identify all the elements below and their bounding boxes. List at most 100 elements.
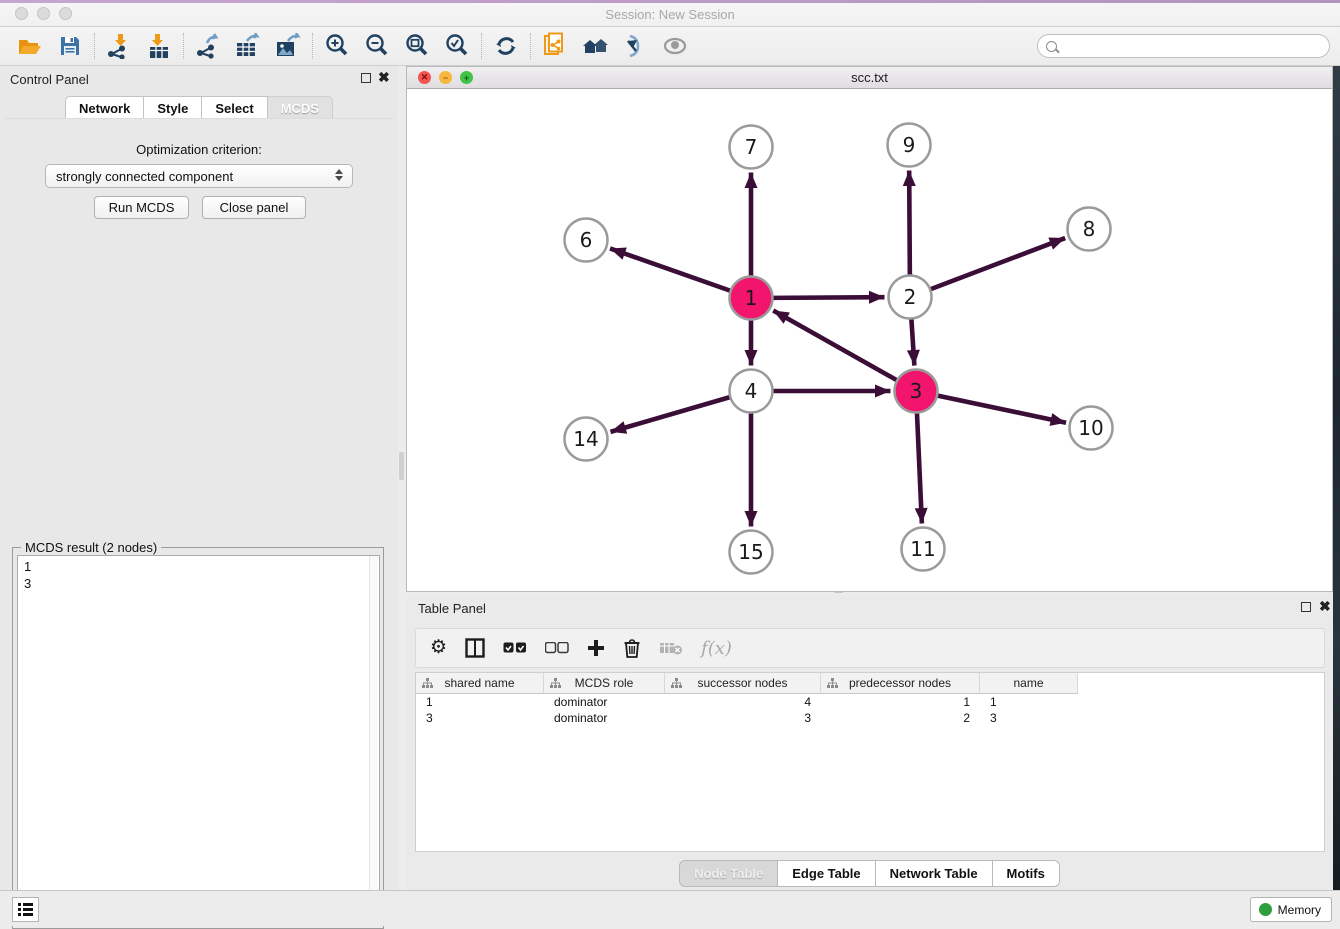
network-canvas[interactable]: 7 9 6 8 1 2 4 3 14 10 15 11 (407, 89, 1332, 591)
import-network-button[interactable] (99, 30, 139, 62)
search-input[interactable] (1062, 36, 1329, 56)
open-session-button[interactable] (10, 30, 50, 62)
import-table-icon (146, 33, 172, 59)
column-header-predecessor-nodes[interactable]: predecessor nodes (821, 673, 980, 694)
table-row[interactable]: 3dominator323 (416, 710, 1324, 726)
close-table-panel-icon[interactable]: ✖ (1319, 599, 1331, 613)
memory-label: Memory (1278, 903, 1321, 917)
export-image-button[interactable] (268, 30, 308, 62)
tab-edge-table[interactable]: Edge Table (778, 860, 875, 887)
node-4[interactable]: 4 (730, 370, 773, 413)
column-header-MCDS-role[interactable]: MCDS role (544, 673, 665, 694)
edge-3-10[interactable] (937, 395, 1066, 422)
node-9[interactable]: 9 (888, 124, 931, 167)
task-list-icon (18, 903, 33, 916)
export-network-button[interactable] (188, 30, 228, 62)
node-15[interactable]: 15 (730, 531, 773, 574)
column-header-name[interactable]: name (980, 673, 1078, 694)
function-icon: f(x) (701, 638, 732, 659)
search-field[interactable] (1037, 34, 1330, 58)
edge-1-6[interactable] (610, 248, 731, 290)
column-header-shared-name[interactable]: shared name (416, 673, 544, 694)
control-panel-header: Control Panel ✖ (0, 66, 398, 92)
mcds-result-list[interactable]: 1 3 (17, 555, 380, 923)
network-window-titlebar: ✕ − + scc.txt (407, 67, 1332, 89)
gear-button[interactable]: ⚙ (430, 635, 447, 661)
hierarchy-icon (671, 678, 682, 689)
svg-text:11: 11 (910, 537, 935, 561)
import-table-button[interactable] (139, 30, 179, 62)
edge-2-9[interactable] (909, 170, 910, 275)
edge-3-11[interactable] (917, 412, 922, 523)
cell-predecessor-nodes: 1 (821, 694, 980, 710)
svg-text:2: 2 (904, 285, 917, 309)
edge-3-1[interactable] (773, 311, 897, 381)
network-window-title: scc.txt (407, 70, 1332, 85)
edge-2-3[interactable] (911, 318, 914, 365)
node-10[interactable]: 10 (1070, 407, 1113, 450)
criterion-select[interactable]: strongly connected component (45, 164, 353, 188)
zoom-out-icon (364, 33, 390, 59)
edge-4-14[interactable] (610, 397, 730, 432)
node-11[interactable]: 11 (902, 528, 945, 571)
svg-text:14: 14 (573, 427, 598, 451)
window-titlebar: Session: New Session (0, 0, 1340, 27)
select-all-button[interactable] (503, 635, 527, 661)
float-panel-icon[interactable] (361, 73, 371, 83)
search-icon (1046, 41, 1057, 52)
save-session-button[interactable] (50, 30, 90, 62)
apply-layout-button[interactable] (486, 30, 526, 62)
result-scrollbar[interactable] (369, 556, 378, 922)
column-header-successor-nodes[interactable]: successor nodes (665, 673, 821, 694)
edge-2-8[interactable] (930, 238, 1065, 289)
close-panel-button[interactable]: Close panel (202, 196, 306, 219)
add-column-button[interactable] (587, 635, 605, 661)
svg-text:7: 7 (745, 135, 758, 159)
deselect-all-button[interactable] (545, 635, 569, 661)
tab-network-table[interactable]: Network Table (876, 860, 993, 887)
edge-1-2[interactable] (772, 297, 884, 298)
export-table-button[interactable] (228, 30, 268, 62)
function-builder-button[interactable]: f(x) (701, 635, 732, 661)
zoom-in-button[interactable] (317, 30, 357, 62)
delete-button[interactable] (623, 635, 641, 661)
node-6[interactable]: 6 (565, 219, 608, 262)
vertical-splitter-handle[interactable] (399, 452, 404, 480)
mcds-result-title: MCDS result (2 nodes) (21, 540, 161, 555)
zoom-out-button[interactable] (357, 30, 397, 62)
node-table[interactable]: shared nameMCDS rolesuccessor nodesprede… (415, 672, 1325, 852)
memory-button[interactable]: Memory (1250, 897, 1332, 922)
hide-selected-button[interactable] (615, 30, 655, 62)
first-neighbors-button[interactable] (575, 30, 615, 62)
node-3[interactable]: 3 (895, 370, 938, 413)
show-all-button[interactable] (655, 30, 695, 62)
optimization-criterion-label: Optimization criterion: (5, 142, 393, 157)
tab-motifs[interactable]: Motifs (993, 860, 1060, 887)
zoom-in-icon (324, 33, 350, 59)
control-panel-title: Control Panel (10, 72, 89, 87)
node-1[interactable]: 1 (730, 277, 773, 320)
float-table-panel-icon[interactable] (1301, 602, 1311, 612)
zoom-fit-button[interactable] (397, 30, 437, 62)
tab-node-table[interactable]: Node Table (679, 860, 778, 887)
delete-table-button[interactable] (659, 635, 683, 661)
toolbar-separator (530, 33, 531, 59)
columns-button[interactable] (465, 635, 485, 661)
hide-selected-icon (622, 33, 648, 59)
add-column-icon (587, 639, 605, 657)
node-7[interactable]: 7 (730, 126, 773, 169)
node-2[interactable]: 2 (889, 276, 932, 319)
mcds-result-group: MCDS result (2 nodes) 1 3 (12, 547, 384, 929)
table-row[interactable]: 1dominator411 (416, 694, 1324, 710)
run-mcds-button[interactable]: Run MCDS (94, 196, 189, 219)
save-session-icon (58, 34, 82, 58)
node-14[interactable]: 14 (565, 418, 608, 461)
zoom-selected-button[interactable] (437, 30, 477, 62)
console-button[interactable] (12, 897, 39, 922)
close-panel-icon[interactable]: ✖ (378, 70, 390, 84)
gear-icon: ⚙ (430, 638, 447, 658)
new-network-from-selection-button[interactable] (535, 30, 575, 62)
node-8[interactable]: 8 (1068, 208, 1111, 251)
deselect-all-icon (545, 642, 569, 654)
columns-icon (465, 638, 485, 658)
